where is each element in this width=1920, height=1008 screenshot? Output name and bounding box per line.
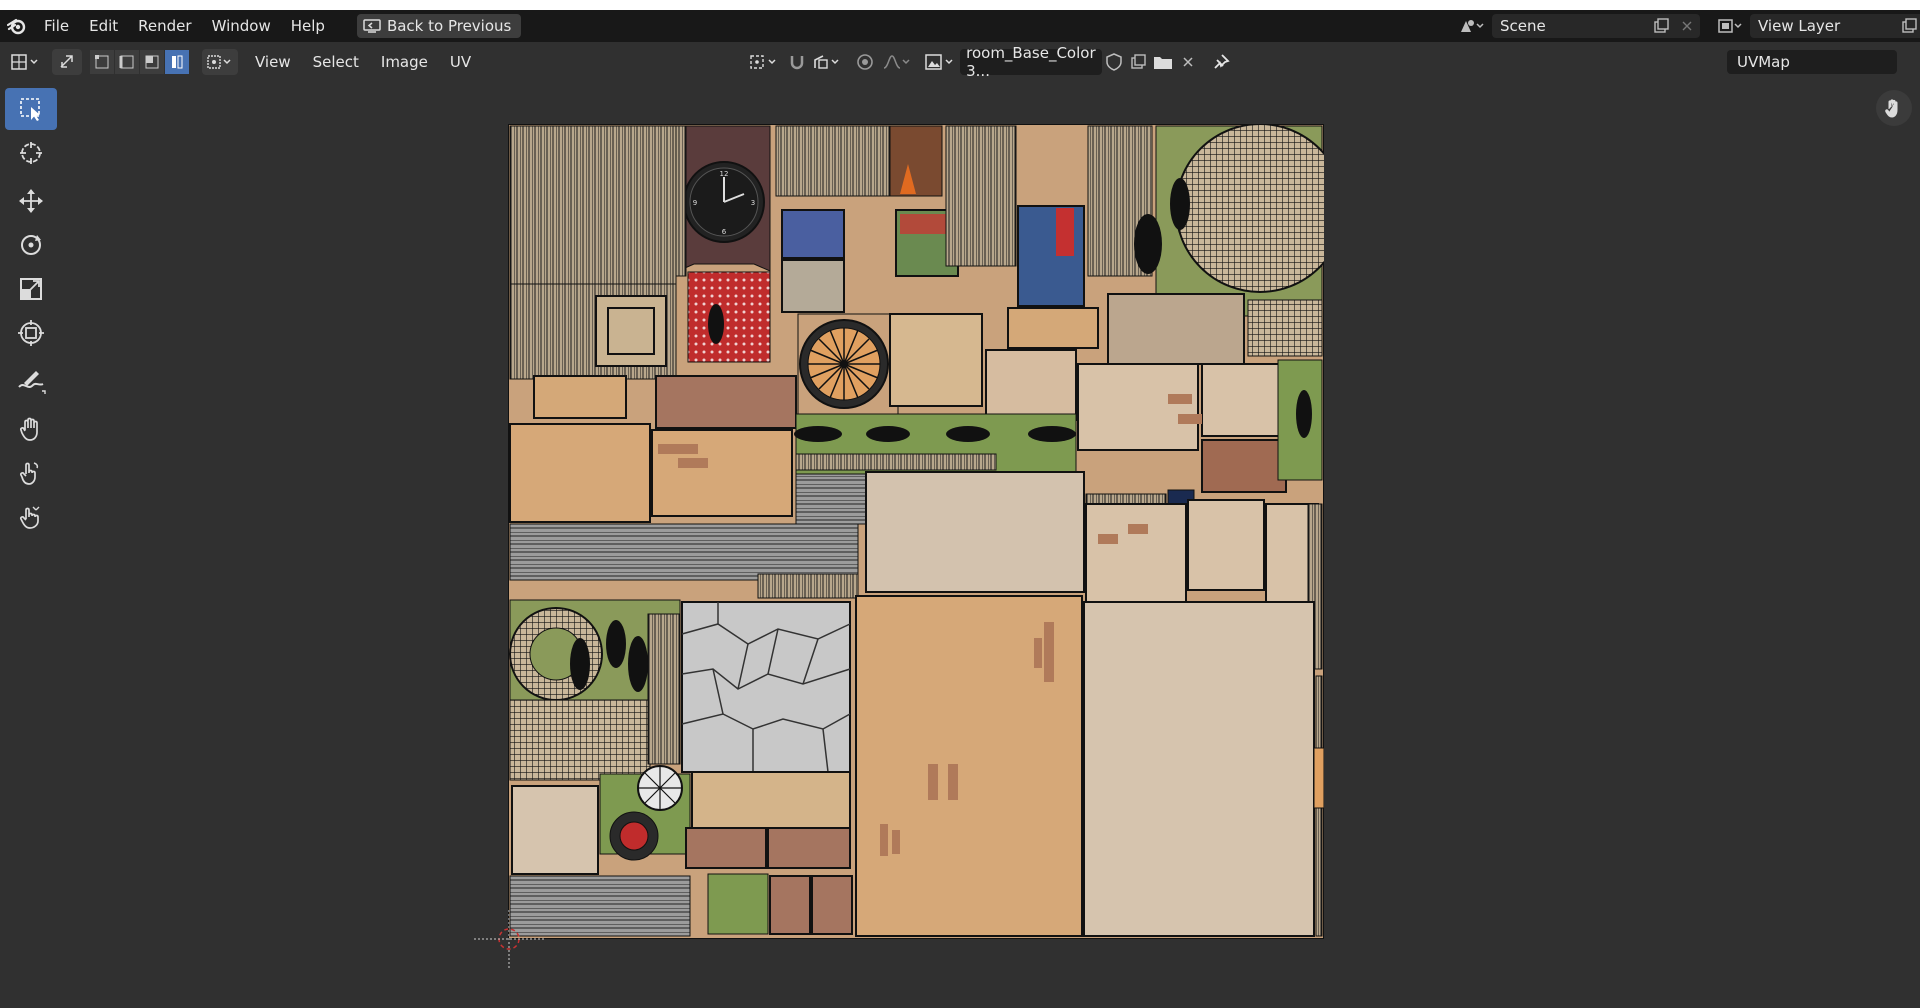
face-select-icon[interactable] (140, 50, 164, 74)
scene-selector-group: Scene View Layer (1452, 10, 1920, 42)
new-image-icon[interactable] (1126, 49, 1150, 75)
annotate-icon (18, 371, 46, 394)
edge-select-icon[interactable] (115, 50, 139, 74)
back-screen-icon (363, 19, 381, 33)
clock-number-6: 6 (722, 228, 727, 236)
view-layer-field[interactable]: View Layer (1750, 14, 1898, 38)
window-top-strip (0, 0, 1920, 10)
transform-icon (18, 320, 44, 346)
scene-type-icon[interactable] (1452, 14, 1492, 38)
relax-tool[interactable] (5, 452, 57, 494)
falloff-icon[interactable] (880, 49, 916, 75)
select-box-icon (20, 98, 40, 121)
2d-cursor[interactable] (474, 910, 544, 980)
image-browse-icon[interactable] (920, 49, 960, 75)
scale-tool[interactable] (5, 268, 57, 310)
grab-tool[interactable] (5, 408, 57, 450)
grab-hand-icon (19, 417, 38, 441)
blender-logo-icon[interactable] (0, 10, 34, 42)
pinch-icon (19, 506, 40, 529)
menu-help[interactable]: Help (281, 10, 335, 42)
annotate-tool[interactable] (5, 360, 57, 402)
pan-view-button[interactable] (1876, 90, 1912, 126)
snap-target-icon[interactable] (810, 49, 846, 75)
top-menubar: File Edit Render Window Help Back to Pre… (0, 10, 1920, 42)
image-name-field[interactable]: room_Base_Color 3... (960, 44, 1103, 80)
clock-number-3: 3 (751, 199, 755, 207)
menu-select[interactable]: Select (302, 53, 370, 71)
pin-image-icon[interactable] (1206, 49, 1236, 75)
pivot-point-icon[interactable] (744, 49, 784, 75)
menu-file[interactable]: File (34, 10, 79, 42)
cursor-tool[interactable] (5, 132, 57, 174)
sticky-selection-icon[interactable] (202, 49, 238, 75)
image-name: room_Base_Color 3... (966, 44, 1096, 80)
new-view-layer-icon[interactable] (1898, 14, 1920, 38)
open-image-folder-icon[interactable] (1150, 49, 1176, 75)
back-to-previous-label: Back to Previous (386, 17, 512, 35)
tool-shelf (5, 88, 57, 548)
island-select-icon[interactable] (165, 50, 189, 74)
clock-number-12: 12 (720, 170, 729, 178)
remove-scene-icon[interactable] (1674, 14, 1700, 38)
unlink-image-icon[interactable] (1176, 49, 1200, 75)
scene-name-field[interactable]: Scene (1492, 14, 1648, 38)
uv-texture-canvas[interactable]: 12 3 6 9 (507, 123, 1345, 940)
scale-icon (20, 278, 42, 300)
menu-uv[interactable]: UV (439, 53, 482, 71)
menu-view[interactable]: View (244, 53, 302, 71)
view-layer-icon[interactable] (1710, 14, 1750, 38)
select-box-tool[interactable] (5, 88, 57, 130)
fake-user-icon[interactable] (1102, 49, 1126, 75)
rotate-tool[interactable] (5, 224, 57, 266)
relax-icon (19, 462, 39, 485)
selection-mode-group (90, 50, 190, 74)
menu-render[interactable]: Render (128, 10, 201, 42)
pan-hand-icon (1885, 99, 1898, 118)
uvmap-selector[interactable]: UVMap (1727, 50, 1897, 74)
cursor-icon (20, 142, 42, 164)
editor-type-icon[interactable] (6, 49, 46, 75)
menu-edit[interactable]: Edit (79, 10, 128, 42)
new-scene-icon[interactable] (1648, 14, 1674, 38)
uv-editor-header: View Select Image UV room_Base_Color 3..… (0, 42, 1920, 82)
proportional-editing-icon[interactable] (850, 49, 880, 75)
uv-sync-selection-icon[interactable] (52, 49, 82, 75)
menu-image[interactable]: Image (370, 53, 439, 71)
move-icon (19, 189, 43, 213)
move-tool[interactable] (5, 180, 57, 222)
rotate-icon (21, 235, 41, 255)
snap-icon[interactable] (784, 49, 810, 75)
pinch-tool[interactable] (5, 496, 57, 538)
clock-number-9: 9 (693, 199, 697, 207)
transform-tool[interactable] (5, 312, 57, 354)
menu-window[interactable]: Window (202, 10, 281, 42)
clock-face: 12 3 6 9 (683, 161, 765, 243)
back-to-previous-button[interactable]: Back to Previous (356, 14, 522, 38)
vertex-select-icon[interactable] (90, 50, 114, 74)
